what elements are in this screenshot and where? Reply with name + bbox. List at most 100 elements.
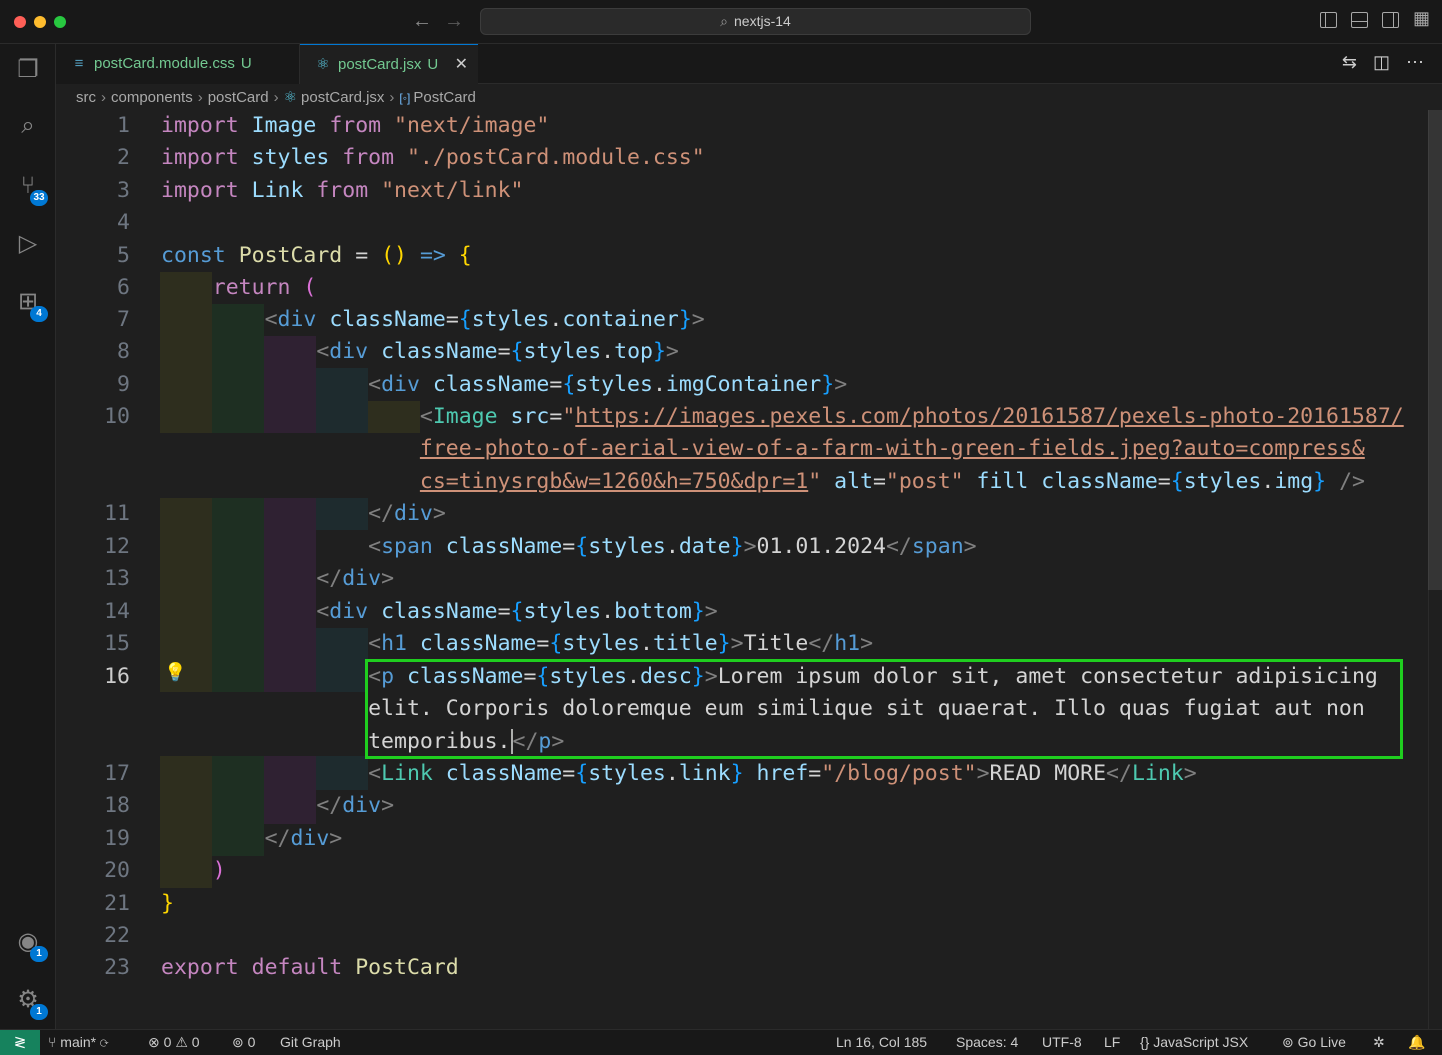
command-center-search[interactable]: ⌕ nextjs-14 — [480, 8, 1031, 35]
go-forward-icon[interactable]: → — [444, 10, 464, 33]
open-changes-icon[interactable]: ⇆ — [1342, 52, 1357, 73]
tab-label: postCard.jsx — [338, 56, 422, 73]
minimize-window-button[interactable] — [34, 16, 46, 28]
token-url[interactable]: cs=tinysrgb&w=1260&h=750&dpr=1 — [420, 469, 808, 494]
ports-indicator[interactable]: ⊚ 0 — [232, 1030, 255, 1055]
token-component: Image — [432, 404, 498, 429]
code-line: 6 return ( — [56, 272, 1426, 304]
token-keyword: from — [329, 113, 382, 138]
token-tag: div — [329, 599, 369, 624]
run-debug-icon[interactable]: ▷ — [12, 228, 44, 260]
code-line: 19 </div> — [56, 823, 1426, 855]
vertical-scrollbar[interactable] — [1428, 110, 1442, 1029]
copilot-icon[interactable]: ✲ — [1373, 1030, 1385, 1055]
go-back-icon[interactable]: ← — [412, 10, 432, 33]
token-url[interactable]: free-photo-of-aerial-view-of-a-farm-with… — [420, 436, 1365, 461]
token-component: Link — [1131, 761, 1184, 786]
code-line: 11 </div> — [56, 498, 1426, 530]
code-line: 12 <span className={styles.date}>01.01.2… — [56, 531, 1426, 563]
token-url[interactable]: https://images.pexels.com/photos/2016158… — [575, 404, 1403, 429]
lightbulb-icon[interactable]: 💡 — [164, 662, 186, 683]
code-editor[interactable]: 1 import Image from "next/image" 2 import … — [56, 110, 1442, 1029]
code-line: 2 import styles from "./postCard.module.c… — [56, 142, 1426, 174]
token-text: Title — [743, 631, 809, 656]
toggle-panel-icon[interactable] — [1351, 12, 1368, 28]
token-property: bottom — [614, 599, 692, 624]
zoom-window-button[interactable] — [54, 16, 66, 28]
git-graph-button[interactable]: Git Graph — [280, 1030, 341, 1055]
breadcrumb-src[interactable]: src — [76, 89, 96, 106]
code-line-wrap: free-photo-of-aerial-view-of-a-farm-with… — [56, 433, 1426, 465]
token-attribute: className — [381, 339, 498, 364]
customize-layout-icon[interactable] — [1413, 8, 1430, 29]
token-attribute: className — [381, 599, 498, 624]
source-control-badge: 33 — [30, 190, 48, 206]
encoding-setting[interactable]: UTF-8 — [1042, 1030, 1082, 1055]
token-operator: => — [419, 243, 446, 268]
warning-count: 0 — [191, 1034, 200, 1050]
close-tab-icon[interactable]: ✕ — [455, 45, 468, 85]
token-tag: div — [290, 826, 330, 851]
token-tag: h1 — [834, 631, 861, 656]
token-identifier: styles — [471, 307, 550, 332]
token-tag: h1 — [381, 631, 407, 656]
line-number: 13 — [104, 566, 130, 591]
extensions-icon[interactable]: ⊞ 4 — [12, 286, 48, 322]
problems-indicator[interactable]: ⊗ 0 ⚠ 0 — [148, 1030, 200, 1055]
react-file-icon: ⚛ — [316, 56, 330, 73]
line-number: 10 — [104, 404, 130, 429]
token-identifier: styles — [588, 761, 666, 786]
token-property: link — [678, 761, 731, 786]
branch-indicator[interactable]: ⑂ main* ⟳ — [48, 1030, 108, 1055]
chevron-right-icon: › — [273, 89, 279, 106]
line-number: 14 — [104, 599, 130, 624]
token-string: "./postCard.module.css" — [406, 145, 705, 170]
indentation-setting[interactable]: Spaces: 4 — [956, 1030, 1018, 1055]
breadcrumb-postcard-folder[interactable]: postCard — [208, 89, 269, 106]
chevron-right-icon: › — [101, 89, 106, 106]
cursor-position[interactable]: Ln 16, Col 185 — [836, 1030, 927, 1055]
search-view-icon[interactable]: ⌕ — [12, 110, 44, 142]
tab-postcard-jsx[interactable]: ⚛ postCard.jsx U ✕ — [300, 44, 478, 84]
token-string: "next/link" — [381, 178, 524, 203]
code-line: 5 const PostCard = () => { — [56, 240, 1426, 272]
toggle-secondary-sidebar-icon[interactable] — [1382, 12, 1399, 28]
scrollbar-thumb[interactable] — [1428, 110, 1442, 590]
token-tag: div — [342, 566, 382, 591]
code-line: 18 </div> — [56, 790, 1426, 822]
token-identifier: styles — [588, 534, 666, 559]
activity-bar: ❐ ⌕ ⑂ 33 ▷ ⊞ 4 ◉ 1 ⚙ 1 — [0, 44, 56, 1029]
manage-gear-icon[interactable]: ⚙ 1 — [12, 984, 48, 1020]
token-keyword: from — [316, 178, 369, 203]
accounts-icon[interactable]: ◉ 1 — [12, 926, 48, 962]
line-number: 7 — [117, 307, 130, 332]
code-line: 22 — [56, 920, 1426, 952]
accounts-badge: 1 — [30, 946, 48, 962]
explorer-icon[interactable]: ❐ — [12, 54, 44, 86]
more-actions-icon[interactable]: ⋯ — [1406, 52, 1424, 73]
tab-postcard-module-css[interactable]: ≡ postCard.module.css U — [56, 44, 300, 84]
source-control-icon[interactable]: ⑂ 33 — [12, 170, 48, 206]
notifications-bell-icon[interactable]: 🔔 — [1408, 1030, 1425, 1055]
line-number: 8 — [117, 339, 130, 364]
eol-setting[interactable]: LF — [1104, 1030, 1120, 1055]
line-number: 17 — [104, 761, 130, 786]
line-number: 1 — [117, 113, 130, 138]
token-attribute: alt — [834, 469, 873, 494]
breadcrumb-components[interactable]: components — [111, 89, 193, 106]
search-icon: ⌕ — [720, 13, 729, 29]
code-line: 14 <div className={styles.bottom}> — [56, 596, 1426, 628]
breadcrumb-symbol[interactable]: PostCard — [413, 89, 476, 106]
go-live-button[interactable]: ⊚ Go Live — [1282, 1030, 1346, 1055]
split-editor-icon[interactable]: ◫ — [1373, 52, 1390, 73]
token-bracket: ( — [303, 275, 317, 300]
remote-indicator-icon[interactable]: ≷ — [0, 1030, 40, 1055]
breadcrumb-file[interactable]: postCard.jsx — [301, 89, 384, 106]
language-mode[interactable]: {} JavaScript JSX — [1140, 1030, 1248, 1055]
sync-icon[interactable]: ⟳ — [100, 1034, 108, 1050]
toggle-primary-sidebar-icon[interactable] — [1320, 12, 1337, 28]
git-branch-icon: ⑂ — [48, 1034, 61, 1050]
token-identifier: Image — [251, 113, 317, 138]
close-window-button[interactable] — [14, 16, 26, 28]
token-keyword: default — [251, 955, 343, 980]
